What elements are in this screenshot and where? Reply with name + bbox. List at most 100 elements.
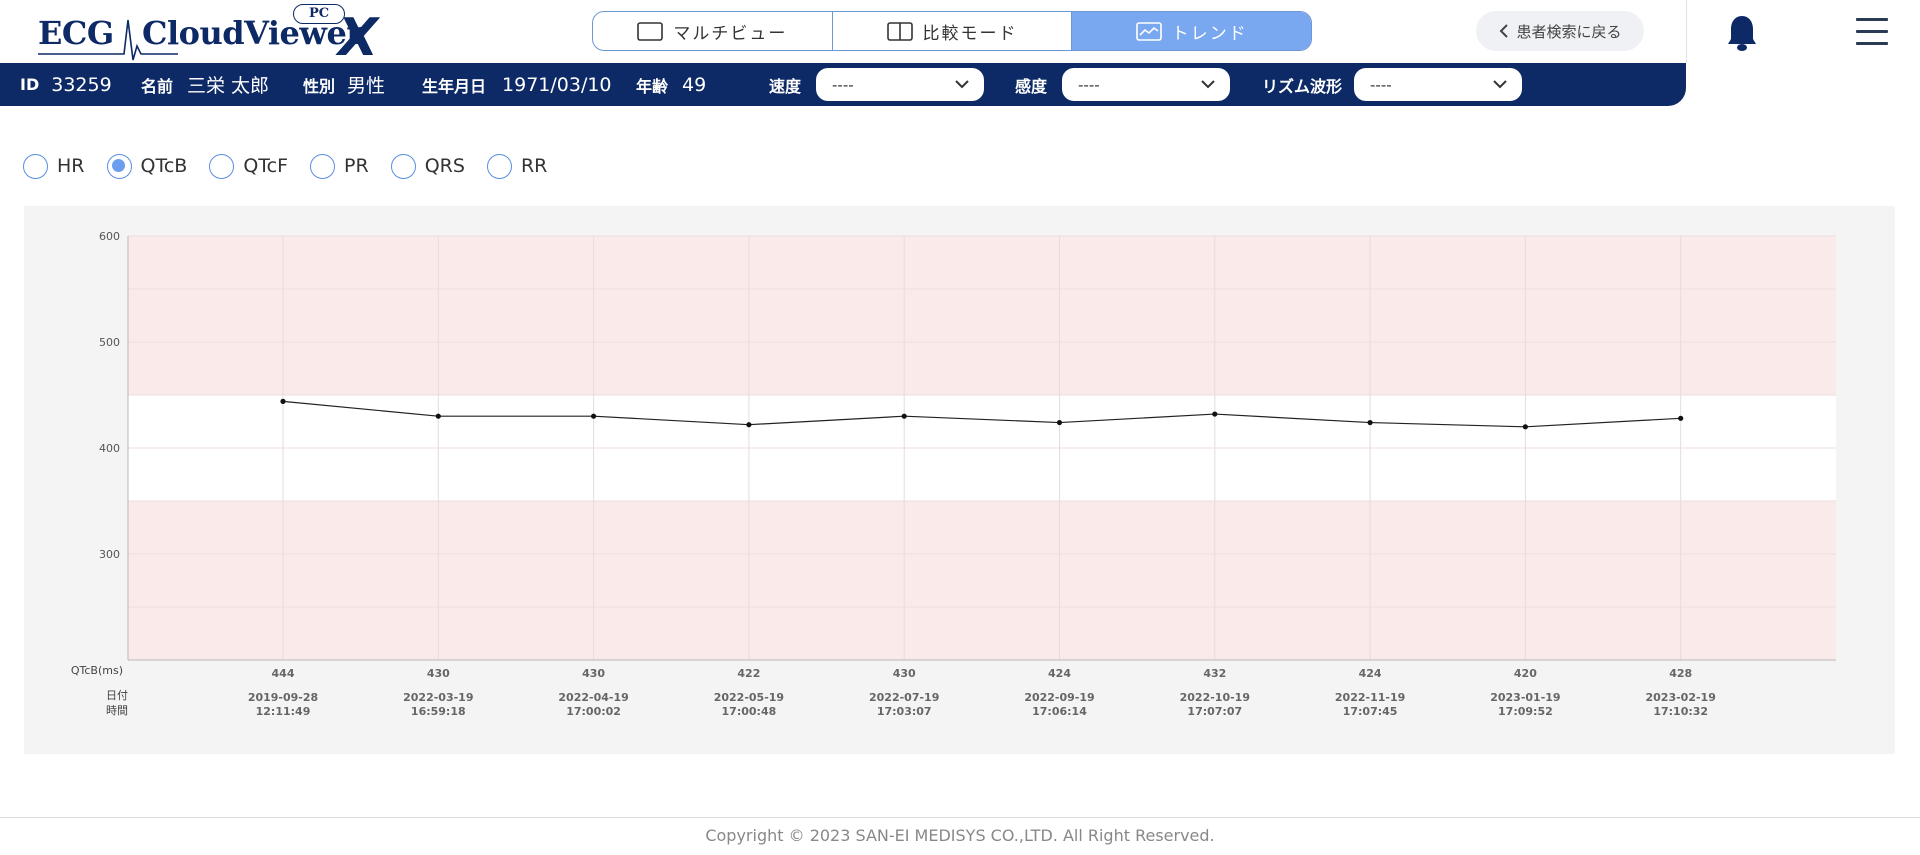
metric-label-qtcb: QTcB <box>140 155 188 177</box>
speed-select-value: ---- <box>832 75 854 94</box>
y-axis-label: QTcB(ms) <box>71 664 123 677</box>
patient-sex-label: 性別 <box>303 76 336 96</box>
radio-button[interactable] <box>106 153 132 179</box>
trend-chart-panel: 300 400 500 600 QTcB(ms) 日付 時間 444 2019-09-28 12:… <box>24 206 1895 754</box>
rhythm-select-value: ---- <box>1370 75 1392 94</box>
rhythm-select[interactable]: ---- <box>1354 68 1522 101</box>
tab-compare-label: 比較モード <box>922 23 1018 44</box>
data-point <box>280 398 286 404</box>
time-row-label: 時間 <box>106 704 128 717</box>
back-button-label: 患者検索に戻る <box>1516 22 1622 41</box>
time-label: 12:11:49 <box>256 705 311 718</box>
data-point <box>591 413 597 419</box>
rhythm-label-wrap: リズム波形 <box>1262 63 1342 106</box>
time-label: 17:03:07 <box>877 705 932 718</box>
radio-button[interactable] <box>310 153 336 179</box>
value-label: 430 <box>582 667 605 680</box>
single-window-icon <box>637 21 664 41</box>
patient-dob-value: 1971/03/10 <box>502 73 612 96</box>
sensitivity-label-wrap: 感度 <box>1015 63 1047 106</box>
trend-chart: 300 400 500 600 QTcB(ms) 日付時間 444 2019-09-2812:… <box>71 230 1836 718</box>
date-label: 2023-02-19 <box>1646 691 1716 704</box>
tab-multiview[interactable]: マルチビュー <box>593 12 833 50</box>
back-to-patient-search-button[interactable]: 患者検索に戻る <box>1476 11 1644 51</box>
speed-select[interactable]: ---- <box>816 68 984 101</box>
footer-copyright: Copyright © 2023 SAN-EI MEDISYS CO.,LTD.… <box>705 826 1215 845</box>
value-label: 444 <box>272 667 295 680</box>
data-point <box>1522 424 1528 430</box>
time-label: 17:10:32 <box>1653 705 1708 718</box>
patient-name-value: 三栄 太郎 <box>187 75 270 97</box>
radio-button[interactable] <box>23 153 48 179</box>
trend-chart-icon <box>1135 21 1162 41</box>
tab-trend[interactable]: トレンド <box>1072 12 1311 50</box>
time-label: 17:07:45 <box>1343 705 1398 718</box>
chevron-down-icon <box>1493 80 1507 89</box>
date-label: 2022-07-19 <box>869 691 939 704</box>
footer-divider <box>0 817 1920 818</box>
sensitivity-select[interactable]: ---- <box>1062 68 1230 101</box>
time-label: 17:07:07 <box>1187 705 1242 718</box>
speed-label-wrap: 速度 <box>769 63 801 106</box>
radio-button[interactable] <box>390 153 416 179</box>
tab-trend-label: トレンド <box>1171 23 1248 44</box>
y-tick-label: 600 <box>99 230 120 243</box>
data-point <box>1056 419 1063 426</box>
tab-compare[interactable]: 比較モード <box>833 12 1073 50</box>
radio-button[interactable] <box>209 153 235 179</box>
time-label: 17:00:02 <box>566 705 621 718</box>
time-label: 17:06:14 <box>1032 705 1087 718</box>
metric-label-pr: PR <box>344 155 369 177</box>
value-label: 430 <box>893 667 916 680</box>
patient-age: 年齢 49 <box>636 63 706 106</box>
sensitivity-select-value: ---- <box>1078 75 1100 94</box>
patient-id-value: 33259 <box>51 73 112 96</box>
data-point <box>901 413 907 419</box>
data-point <box>746 422 752 428</box>
patient-name: 名前 三栄 太郎 <box>141 63 269 106</box>
metric-radio-qrs[interactable]: QRS <box>390 153 465 179</box>
patient-dob-label: 生年月日 <box>422 76 487 96</box>
metric-label-qtcf: QTcF <box>243 155 289 177</box>
logo-pc-badge: PC <box>293 4 345 24</box>
date-label: 2022-11-19 <box>1335 691 1405 704</box>
metric-radio-qtcb[interactable]: QTcB <box>106 153 188 179</box>
data-point <box>1212 411 1218 417</box>
time-label: 17:09:52 <box>1498 705 1553 718</box>
hamburger-menu-icon[interactable] <box>1856 18 1888 46</box>
header-divider <box>1686 0 1687 63</box>
radio-button[interactable] <box>486 153 512 179</box>
app-logo[interactable]: ECG CloudViewer X PC <box>38 4 393 68</box>
bell-icon[interactable] <box>1726 14 1758 52</box>
patient-id: ID 33259 <box>20 63 112 106</box>
app-header: ECG CloudViewer X PC マルチビュー 比較モード トレンド 患… <box>0 0 1920 68</box>
patient-dob: 生年月日 1971/03/10 <box>422 63 612 106</box>
value-label: 422 <box>737 667 760 680</box>
time-label: 16:59:18 <box>411 705 466 718</box>
chevron-down-icon <box>955 80 969 89</box>
tab-multiview-label: マルチビュー <box>673 23 788 44</box>
metric-radio-pr[interactable]: PR <box>310 153 369 179</box>
metric-radio-hr[interactable]: HR <box>23 153 85 179</box>
value-label: 424 <box>1048 667 1071 680</box>
rhythm-label: リズム波形 <box>1262 76 1343 96</box>
date-row-label: 日付 <box>106 689 128 702</box>
metric-label-qrs: QRS <box>424 155 465 177</box>
value-label: 432 <box>1203 667 1226 680</box>
date-label: 2019-09-28 <box>248 691 318 704</box>
patient-age-value: 49 <box>682 73 707 96</box>
speed-label: 速度 <box>769 76 802 96</box>
value-label: 424 <box>1359 667 1382 680</box>
patient-age-label: 年齢 <box>636 76 669 96</box>
y-tick-label: 500 <box>99 336 120 349</box>
split-window-icon <box>886 21 913 41</box>
value-label: 420 <box>1514 667 1537 680</box>
metric-radio-rr[interactable]: RR <box>486 153 547 179</box>
metric-radio-qtcf[interactable]: QTcF <box>209 153 289 179</box>
value-label: 428 <box>1669 667 1692 680</box>
patient-sex: 性別 男性 <box>303 63 385 106</box>
date-label: 2022-04-19 <box>558 691 628 704</box>
data-point <box>1678 415 1684 421</box>
patient-name-label: 名前 <box>141 76 174 96</box>
y-tick-label: 300 <box>99 548 120 561</box>
